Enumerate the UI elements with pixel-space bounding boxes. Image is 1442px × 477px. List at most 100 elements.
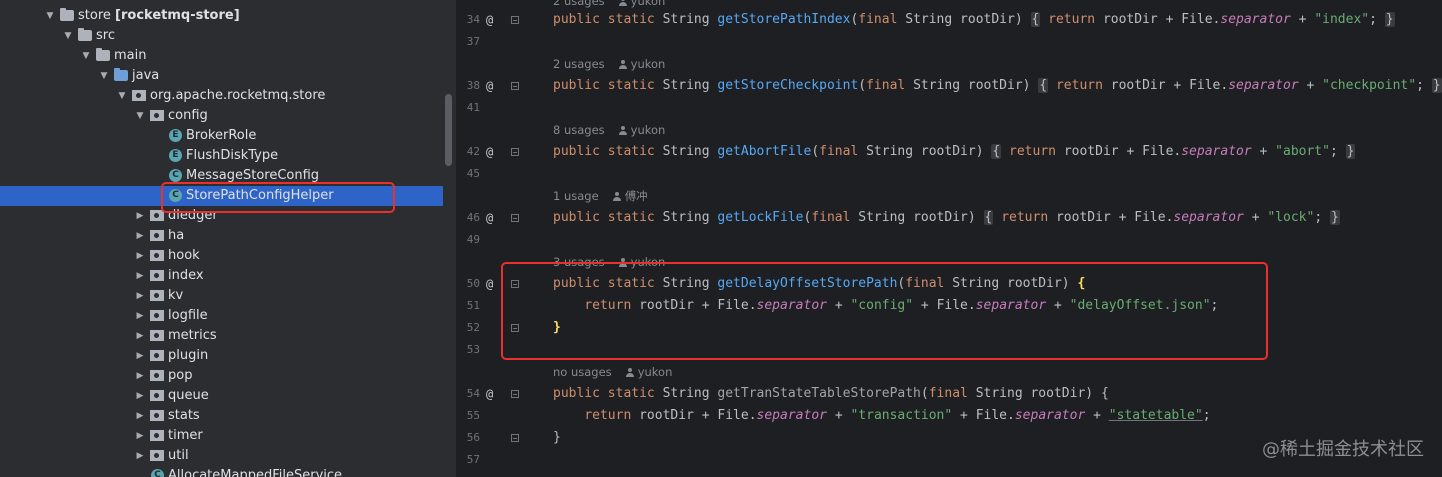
type: String xyxy=(662,210,710,225)
chevron-right-icon[interactable]: ▶ xyxy=(134,446,146,466)
chevron-right-icon[interactable]: ▶ xyxy=(134,426,146,446)
tree-item-java[interactable]: ▼ java xyxy=(0,66,443,86)
package-icon xyxy=(150,350,164,361)
override-marker-icon[interactable]: @ xyxy=(486,9,493,31)
usage-hint[interactable]: 2 usages yukon xyxy=(553,55,665,73)
code-line[interactable]: public static String getAbortFile(final … xyxy=(553,141,1356,163)
tree-item-index[interactable]: ▶ index xyxy=(0,266,443,286)
tree-item-label: logfile xyxy=(168,308,208,323)
usage-hint[interactable]: no usages yukon xyxy=(553,363,672,381)
static-field: separator xyxy=(1220,12,1291,27)
chevron-right-icon[interactable]: ▶ xyxy=(134,206,146,226)
chevron-right-icon[interactable]: ▶ xyxy=(134,306,146,326)
author-hint[interactable]: yukon xyxy=(618,57,665,71)
chevron-down-icon[interactable]: ▼ xyxy=(44,6,56,26)
chevron-down-icon[interactable]: ▼ xyxy=(134,106,146,126)
package-icon xyxy=(150,250,164,261)
override-marker-icon[interactable]: @ xyxy=(486,383,493,405)
override-marker-icon[interactable]: @ xyxy=(486,141,493,163)
usages-count[interactable]: 2 usages xyxy=(553,57,605,71)
chevron-right-icon[interactable]: ▶ xyxy=(134,266,146,286)
person-icon xyxy=(618,126,627,135)
fold-icon[interactable] xyxy=(511,214,519,222)
tree-item-util[interactable]: ▶ util xyxy=(0,446,443,466)
override-marker-icon[interactable]: @ xyxy=(486,207,493,229)
chevron-down-icon[interactable]: ▼ xyxy=(98,66,110,86)
chevron-right-icon[interactable]: ▶ xyxy=(134,406,146,426)
string-literal: "transaction" xyxy=(850,408,953,423)
package-icon xyxy=(132,90,146,101)
tree-item-src[interactable]: ▼ src xyxy=(0,26,443,46)
code-editor[interactable]: 34 37 38 41 42 45 46 49 50 51 52 53 54 55 56 57 @ @ @ @ @ @ 2… xyxy=(456,0,1442,477)
keyword: return xyxy=(1009,144,1056,159)
chevron-right-icon[interactable]: ▶ xyxy=(134,386,146,406)
author-hint[interactable]: 傅冲 xyxy=(612,189,648,203)
usages-count[interactable]: 1 usage xyxy=(553,189,599,203)
code-line[interactable]: return rootDir + File.separator + "trans… xyxy=(553,405,1210,427)
string-literal: "abort" xyxy=(1275,144,1330,159)
tree-scrollbar[interactable] xyxy=(445,94,452,166)
fold-icon[interactable] xyxy=(511,16,519,24)
line-number: 54 xyxy=(466,387,480,400)
tree-item-kv[interactable]: ▶ kv xyxy=(0,286,443,306)
override-marker-icon[interactable]: @ xyxy=(486,273,493,295)
tree-item-pop[interactable]: ▶ pop xyxy=(0,366,443,386)
chevron-right-icon[interactable]: ▶ xyxy=(134,246,146,266)
chevron-right-icon[interactable]: ▶ xyxy=(134,346,146,366)
chevron-right-icon[interactable]: ▶ xyxy=(134,226,146,246)
package-icon xyxy=(150,330,164,341)
tree-item-store[interactable]: ▼ store [rocketmq-store] xyxy=(0,6,443,26)
author-hint[interactable]: yukon xyxy=(618,0,665,8)
tree-item-config[interactable]: ▼ config xyxy=(0,106,443,126)
tree-item-main[interactable]: ▼ main xyxy=(0,46,443,66)
code-line[interactable]: } xyxy=(553,427,561,449)
chevron-down-icon[interactable]: ▼ xyxy=(62,26,74,46)
watermark: @稀土掘金技术社区 xyxy=(1262,439,1424,460)
fold-icon[interactable] xyxy=(511,390,519,398)
chevron-right-icon[interactable]: ▶ xyxy=(134,366,146,386)
fold-icon[interactable] xyxy=(511,148,519,156)
tree-item-timer[interactable]: ▶ timer xyxy=(0,426,443,446)
fold-end-icon[interactable] xyxy=(511,434,519,442)
tree-item-brokerrole[interactable]: E BrokerRole xyxy=(0,126,443,146)
usage-hint[interactable]: 8 usages yukon xyxy=(553,121,665,139)
code-line[interactable]: public static String getStoreCheckpoint(… xyxy=(553,75,1442,97)
static-field: separator xyxy=(1014,408,1086,423)
static-field: separator xyxy=(1228,78,1299,93)
tree-item-label: ha xyxy=(168,228,185,243)
chevron-down-icon[interactable]: ▼ xyxy=(80,46,92,66)
type: String xyxy=(662,12,710,27)
person-icon xyxy=(612,192,621,201)
class-icon: C xyxy=(151,469,164,477)
package-icon xyxy=(150,110,164,121)
usage-hint[interactable]: 1 usage 傅冲 xyxy=(553,187,648,205)
author-hint[interactable]: yukon xyxy=(625,365,672,379)
keyword: public xyxy=(553,12,600,27)
chevron-down-icon[interactable]: ▼ xyxy=(116,86,128,106)
tree-item-flushdisktype[interactable]: E FlushDiskType xyxy=(0,146,443,166)
code-line[interactable]: public static String getTranStateTableSt… xyxy=(553,383,1109,405)
chevron-right-icon[interactable]: ▶ xyxy=(134,326,146,346)
tree-item-allocatemappedfileservice[interactable]: C AllocateMappedFileService xyxy=(0,466,443,477)
usages-count[interactable]: no usages xyxy=(553,365,612,379)
line-number: 37 xyxy=(466,35,480,48)
fold-icon[interactable] xyxy=(511,82,519,90)
tree-item-ha[interactable]: ▶ ha xyxy=(0,226,443,246)
tree-item-plugin[interactable]: ▶ plugin xyxy=(0,346,443,366)
project-tree[interactable]: ▼ store [rocketmq-store] ▼ src ▼ main ▼ java ▼ or… xyxy=(0,0,456,477)
usages-count[interactable]: 8 usages xyxy=(553,123,605,137)
keyword: final xyxy=(866,78,906,93)
tree-item-org-apache-rocketmq-store[interactable]: ▼ org.apache.rocketmq.store xyxy=(0,86,443,106)
chevron-right-icon[interactable]: ▶ xyxy=(134,286,146,306)
author-hint[interactable]: yukon xyxy=(618,123,665,137)
tree-item-metrics[interactable]: ▶ metrics xyxy=(0,326,443,346)
tree-item-hook[interactable]: ▶ hook xyxy=(0,246,443,266)
code-line[interactable]: public static String getLockFile(final S… xyxy=(553,207,1340,229)
tree-item-logfile[interactable]: ▶ logfile xyxy=(0,306,443,326)
tree-item-stats[interactable]: ▶ stats xyxy=(0,406,443,426)
usages-count[interactable]: 2 usages xyxy=(553,0,605,8)
override-marker-icon[interactable]: @ xyxy=(486,75,493,97)
code-line[interactable]: public static String getStorePathIndex(f… xyxy=(553,9,1395,31)
type: String xyxy=(858,210,906,225)
tree-item-queue[interactable]: ▶ queue xyxy=(0,386,443,406)
